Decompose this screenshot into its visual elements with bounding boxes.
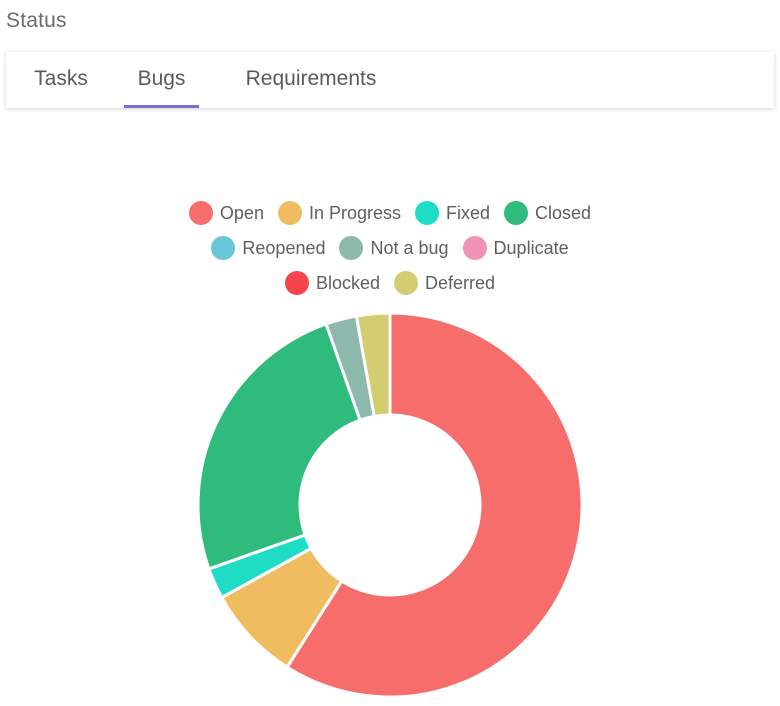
slice-closed[interactable] (196, 322, 362, 571)
status-panel: Status Tasks Bugs Requirements Open In Pr… (0, 0, 780, 706)
status-donut-chart (196, 311, 584, 699)
